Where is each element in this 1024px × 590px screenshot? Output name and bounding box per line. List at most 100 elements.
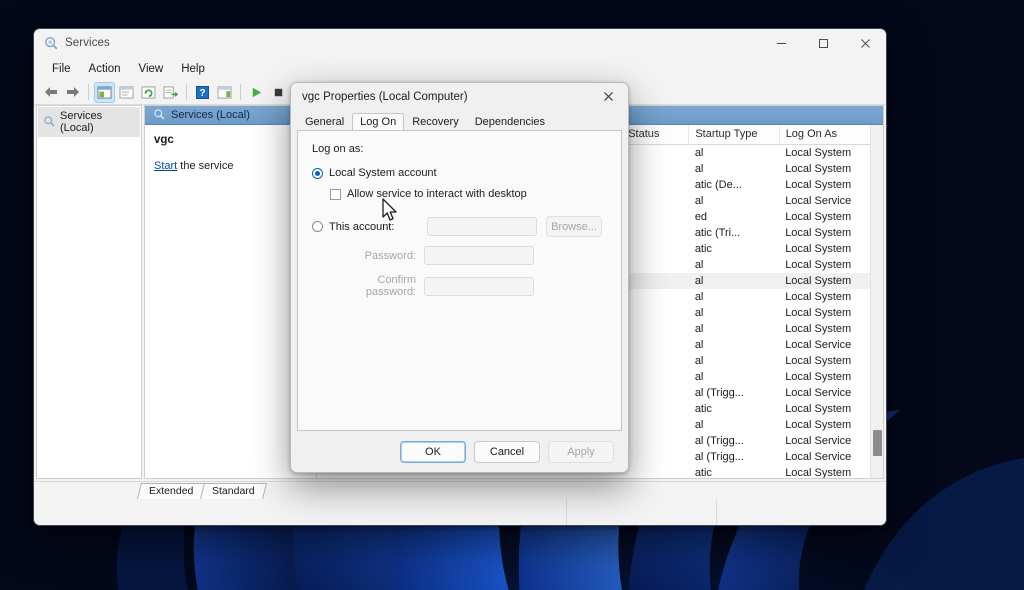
tab-general[interactable]: General (297, 113, 352, 131)
cell-startup: al (694, 258, 704, 271)
help-icon[interactable]: ? (192, 82, 213, 103)
cell-status (622, 385, 689, 401)
tab-extended[interactable]: Extended (137, 483, 206, 499)
mouse-pointer (381, 198, 399, 224)
tab-extended-label: Extended (149, 485, 194, 497)
properties-icon[interactable] (116, 82, 137, 103)
forward-icon[interactable] (62, 82, 83, 103)
cell-status (622, 177, 689, 193)
password-input[interactable] (424, 246, 534, 265)
allow-interact-desktop-option[interactable]: Allow service to interact with desktop (330, 188, 607, 200)
confirm-password-label: Confirm password: (365, 274, 416, 298)
dialog-title: vgc Properties (Local Computer) (302, 90, 468, 103)
cell-logon: Local System (785, 146, 852, 159)
refresh-icon[interactable] (138, 82, 159, 103)
dialog-tabs[interactable]: General Log On Recovery Dependencies (291, 110, 628, 131)
close-button[interactable] (844, 29, 886, 58)
column-header-status[interactable]: Status (621, 125, 690, 145)
cell-logon: Local Service (785, 386, 852, 399)
menu-bar[interactable]: File Action View Help (34, 58, 886, 80)
minimize-button[interactable] (760, 29, 802, 58)
cell-logon: Local System (785, 306, 852, 319)
console-tree-pane[interactable]: Services (Local) (36, 105, 142, 479)
confirm-password-row[interactable]: Confirm password: (329, 274, 607, 298)
menu-help[interactable]: Help (173, 61, 213, 77)
log-on-tab-panel: Log on as: Local System account Allow se… (297, 130, 622, 431)
cell-logon: Local System (785, 178, 852, 191)
cell-startup: atic (Tri... (694, 226, 741, 239)
cell-logon: Local System (785, 402, 852, 415)
password-label: Password: (364, 249, 416, 262)
status-cell-1 (566, 499, 716, 525)
back-icon[interactable] (40, 82, 61, 103)
local-system-account-option[interactable]: Local System account (312, 167, 607, 179)
menu-file[interactable]: File (44, 61, 79, 77)
cell-startup: al (694, 146, 704, 159)
browse-button[interactable]: Browse... (546, 216, 602, 237)
cell-status (622, 241, 689, 257)
tree-node-label: Services (Local) (60, 110, 103, 134)
vgc-properties-dialog[interactable]: vgc Properties (Local Computer) General … (290, 82, 629, 473)
log-on-as-label: Log on as: (312, 143, 364, 155)
window-title: Services (65, 37, 110, 49)
cell-startup: al (688, 272, 780, 289)
cell-status (622, 449, 689, 465)
dialog-close-icon[interactable] (588, 83, 628, 110)
cell-logon: Local System (785, 466, 852, 479)
maximize-button[interactable] (802, 29, 844, 58)
toolbar-separator-1 (88, 84, 89, 100)
cell-logon: Local Service (785, 194, 852, 207)
selected-service-name: vgc (154, 134, 174, 146)
cell-startup: al (694, 162, 704, 175)
menu-action[interactable]: Action (81, 61, 129, 77)
cell-status (622, 321, 689, 337)
this-account-input[interactable] (427, 217, 537, 236)
cancel-button[interactable]: Cancel (474, 440, 540, 463)
this-account-label: This account: (329, 220, 395, 233)
apply-button[interactable]: Apply (548, 440, 614, 463)
start-service-link[interactable]: Start (154, 160, 177, 172)
column-header-log-on-as[interactable]: Log On As (779, 125, 883, 145)
tab-standard[interactable]: Standard (200, 483, 267, 499)
view-tabs[interactable]: Extended Standard (34, 481, 886, 499)
cell-logon: Local System (785, 290, 852, 303)
this-account-row[interactable]: This account: Browse... (312, 216, 607, 237)
column-header-startup-type[interactable]: Startup Type (688, 125, 780, 145)
cell-startup: al (694, 354, 704, 367)
window-titlebar[interactable]: Services (34, 29, 886, 58)
start-service-icon[interactable] (246, 82, 267, 103)
cell-logon: Local System (785, 370, 852, 383)
local-system-radio[interactable] (312, 167, 323, 179)
show-hide-action-pane-icon[interactable] (214, 82, 235, 103)
allow-interact-desktop-checkbox[interactable] (330, 188, 341, 200)
services-node-icon (153, 108, 165, 123)
password-row[interactable]: Password: (329, 246, 607, 265)
results-pane-header-label: Services (Local) (171, 109, 250, 121)
confirm-password-input[interactable] (424, 276, 534, 296)
cell-logon: Local System (779, 272, 883, 289)
service-action-suffix: the service (177, 160, 234, 172)
export-list-icon[interactable] (160, 82, 181, 103)
tab-dependencies[interactable]: Dependencies (467, 113, 553, 131)
cell-startup: atic (694, 402, 712, 415)
dialog-titlebar[interactable]: vgc Properties (Local Computer) (291, 83, 628, 110)
window-controls[interactable] (760, 29, 886, 58)
cell-status (622, 305, 689, 321)
stop-service-icon[interactable] (268, 82, 289, 103)
cell-logon: Local System (785, 162, 852, 175)
cell-status (622, 289, 689, 305)
allow-interact-desktop-label: Allow service to interact with desktop (347, 188, 527, 200)
services-list-scrollbar[interactable] (870, 125, 883, 478)
menu-view[interactable]: View (131, 61, 172, 77)
cell-status (621, 272, 689, 289)
tree-node-services-local[interactable]: Services (Local) (38, 107, 140, 137)
tab-log-on[interactable]: Log On (352, 113, 405, 131)
cell-logon: Local System (785, 226, 852, 239)
tab-recovery[interactable]: Recovery (404, 113, 466, 131)
this-account-radio[interactable] (312, 221, 323, 232)
cell-startup: ed (694, 210, 708, 223)
cell-status (622, 193, 689, 209)
scrollbar-thumb[interactable] (873, 430, 882, 456)
show-hide-console-tree-icon[interactable] (94, 81, 115, 103)
ok-button[interactable]: OK (400, 440, 466, 463)
